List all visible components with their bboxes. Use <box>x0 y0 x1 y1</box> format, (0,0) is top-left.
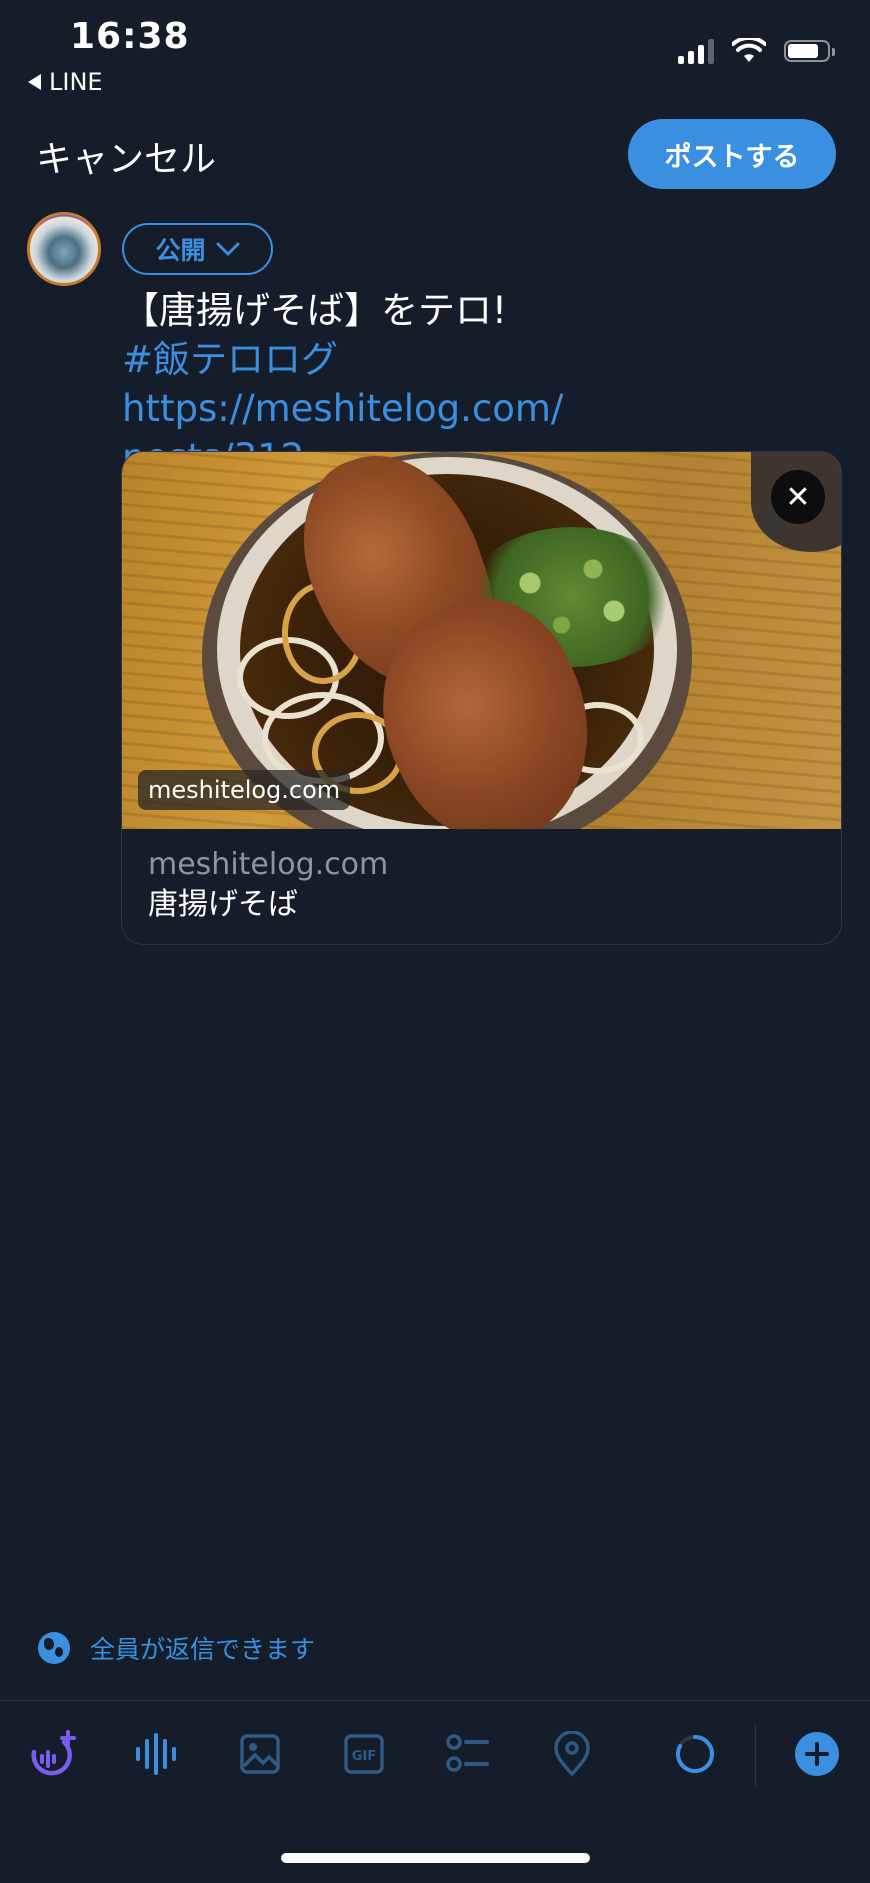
poll-icon[interactable] <box>438 1724 498 1784</box>
audience-label: 公開 <box>155 236 206 265</box>
hashtag-link[interactable]: #飯テロログ <box>122 338 338 381</box>
link-preview-image: meshitelog.com ✕ <box>122 452 841 829</box>
audio-icon[interactable] <box>126 1724 186 1784</box>
card-title: 唐揚げそば <box>148 887 298 922</box>
battery-icon <box>784 40 835 62</box>
composer-toolbar: GIF <box>0 1724 870 1804</box>
audience-selector-button[interactable]: 公開 <box>122 223 273 275</box>
post-text-line: 【唐揚げそば】をテロ! <box>122 289 507 332</box>
link-preview-meta: meshitelog.com 唐揚げそば <box>148 845 388 925</box>
post-button[interactable]: ポストする <box>628 119 836 189</box>
image-domain-badge: meshitelog.com <box>138 770 351 810</box>
reply-setting-label: 全員が返信できます <box>90 1635 316 1664</box>
avatar[interactable] <box>27 212 101 286</box>
location-icon[interactable] <box>542 1724 602 1784</box>
back-to-app-link[interactable]: LINE <box>28 68 103 96</box>
toolbar-separator <box>755 1724 756 1786</box>
spaces-icon[interactable] <box>22 1724 82 1784</box>
home-indicator[interactable] <box>281 1853 590 1863</box>
add-thread-icon[interactable] <box>787 1724 847 1784</box>
status-time: 16:38 <box>70 16 190 57</box>
back-app-label: LINE <box>49 68 103 96</box>
reply-setting-button[interactable]: 全員が返信できます <box>38 1630 315 1666</box>
gif-icon[interactable]: GIF <box>334 1724 394 1784</box>
chevron-down-icon <box>216 242 239 256</box>
svg-text:GIF: GIF <box>352 1749 376 1764</box>
status-icons <box>678 38 835 64</box>
character-count-ring <box>665 1724 725 1784</box>
url-link[interactable]: https://meshitelog.com/ <box>122 387 563 430</box>
link-preview-card[interactable]: meshitelog.com ✕ meshitelog.com 唐揚げそば <box>121 451 842 945</box>
wifi-icon <box>732 38 766 62</box>
cancel-button[interactable]: キャンセル <box>36 130 216 182</box>
remove-card-button[interactable]: ✕ <box>771 470 825 524</box>
card-domain: meshitelog.com <box>148 847 389 882</box>
back-arrow-icon <box>28 74 41 90</box>
globe-icon <box>38 1632 70 1664</box>
cellular-signal-icon <box>678 38 714 64</box>
toolbar-divider <box>0 1700 870 1701</box>
close-icon: ✕ <box>785 479 811 515</box>
image-icon[interactable] <box>230 1724 290 1784</box>
